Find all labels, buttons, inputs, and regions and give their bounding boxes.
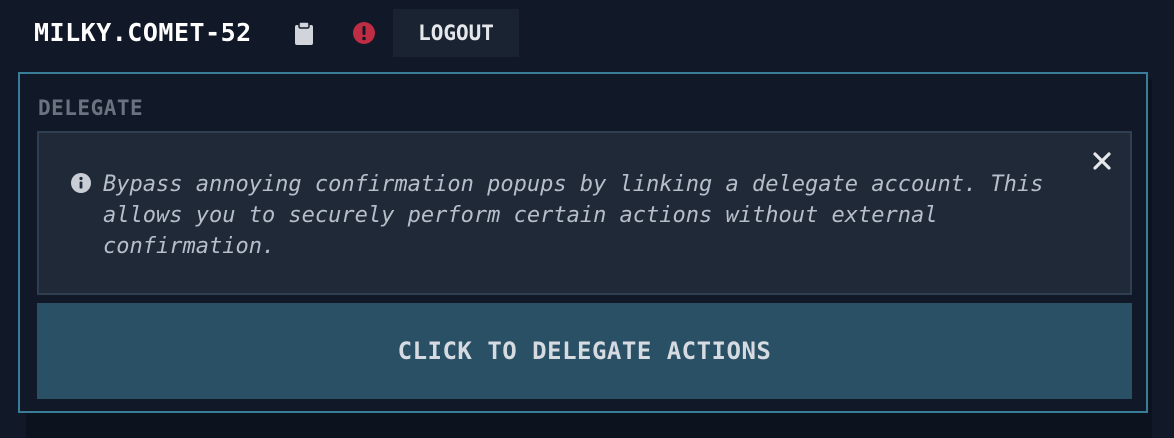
top-bar: MILKY.COMET-52 LOGOUT [0,0,1174,66]
info-notice: Bypass annoying confirmation popups by l… [37,131,1132,295]
account-name: MILKY.COMET-52 [34,18,252,47]
delegate-panel: DELEGATE Bypass annoying confirmation po… [18,72,1148,413]
logout-button[interactable]: LOGOUT [393,9,519,57]
delegate-actions-button[interactable]: CLICK TO DELEGATE ACTIONS [37,303,1132,399]
info-circle-icon [71,173,91,193]
panel-title: DELEGATE [38,96,144,120]
exclamation-circle-icon[interactable] [352,21,376,45]
close-icon[interactable] [1089,148,1115,174]
clipboard-icon[interactable] [293,21,315,45]
info-message: Bypass annoying confirmation popups by l… [103,172,1044,259]
